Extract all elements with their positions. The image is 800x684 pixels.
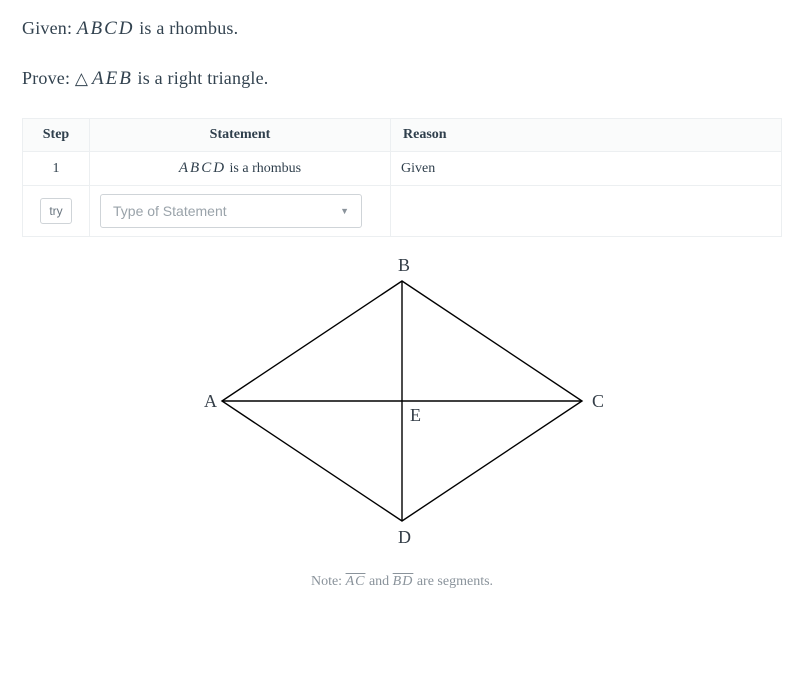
statement-rest: is a rhombus <box>226 161 301 176</box>
type-of-statement-placeholder: Type of Statement <box>113 203 227 219</box>
reason-cell: Given <box>391 152 782 186</box>
step-number: 1 <box>23 152 90 186</box>
rhombus-diagram: A B C D E <box>152 251 652 556</box>
note-seg-ac: AC <box>346 574 366 589</box>
prove-line: Prove: AEB is a right triangle. <box>22 68 778 90</box>
header-statement: Statement <box>90 119 391 152</box>
note-seg-bd: BD <box>393 574 414 589</box>
note-prefix: Note: <box>311 574 346 589</box>
label-d: D <box>398 527 411 547</box>
label-c: C <box>592 391 604 411</box>
given-rest: is a rhombus. <box>135 18 239 38</box>
table-row: try Type of Statement ▼ <box>23 186 782 237</box>
statement-cell: ABCD is a rhombus <box>90 152 391 186</box>
try-button[interactable]: try <box>40 198 71 224</box>
header-reason: Reason <box>391 119 782 152</box>
prove-rest: is a right triangle. <box>133 68 269 88</box>
reason-cell-empty <box>391 186 782 237</box>
label-e: E <box>410 405 421 425</box>
prove-math: AEB <box>75 68 133 89</box>
prove-label: Prove: <box>22 68 70 88</box>
given-label: Given: <box>22 18 72 38</box>
given-math: ABCD <box>77 18 135 39</box>
note-suffix: are segments. <box>413 574 493 589</box>
table-row: 1 ABCD is a rhombus Given <box>23 152 782 186</box>
note-line: Note: AC and BD are segments. <box>22 574 782 590</box>
given-line: Given: ABCD is a rhombus. <box>22 18 778 40</box>
proof-table: Step Statement Reason 1 ABCD is a rhombu… <box>22 118 782 237</box>
label-a: A <box>204 391 217 411</box>
header-step: Step <box>23 119 90 152</box>
statement-math: ABCD <box>179 160 226 176</box>
type-of-statement-select[interactable]: Type of Statement ▼ <box>100 194 362 228</box>
note-mid: and <box>365 574 392 589</box>
chevron-down-icon: ▼ <box>340 206 349 216</box>
label-b: B <box>398 255 410 275</box>
